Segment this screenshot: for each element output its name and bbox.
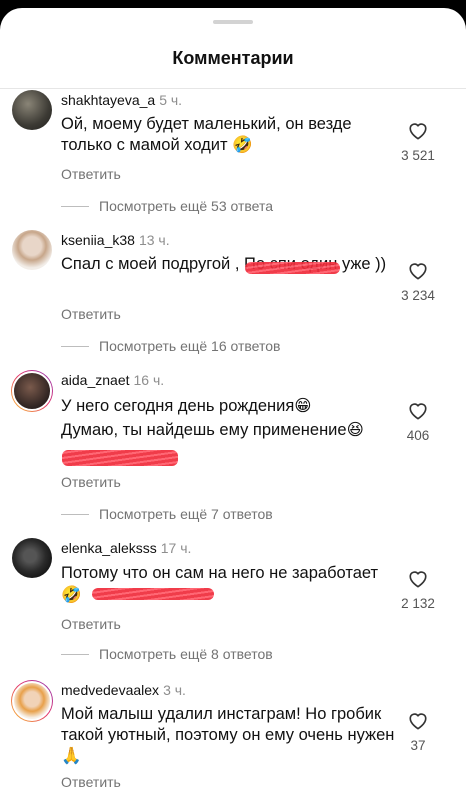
comment-text: Спал с моей подругой , По спи один уже )…	[61, 255, 387, 273]
heart-icon[interactable]	[407, 120, 429, 140]
view-replies-label: Посмотреть ещё 8 ответов	[99, 646, 273, 662]
comment-time: 13 ч.	[138, 232, 170, 248]
reply-button[interactable]: Ответить	[61, 306, 121, 322]
divider-line	[61, 513, 89, 515]
like-count: 2 132	[401, 596, 435, 611]
redaction-mark	[92, 588, 214, 600]
comment-time: 16 ч.	[133, 372, 165, 388]
comments-sheet: Комментарии shakhtayeva_a 5 ч. Ой, моему …	[0, 8, 466, 800]
comment-author[interactable]: elenka_aleksss 17 ч.	[61, 540, 191, 556]
like-count: 37	[410, 738, 426, 753]
reply-button[interactable]: Ответить	[61, 474, 121, 490]
divider-line	[61, 345, 89, 347]
avatar[interactable]	[11, 680, 53, 722]
avatar[interactable]	[12, 230, 52, 270]
view-replies-label: Посмотреть ещё 7 ответов	[99, 506, 273, 522]
like-button[interactable]: 37	[388, 710, 448, 753]
reply-button[interactable]: Ответить	[61, 166, 121, 182]
username[interactable]: kseniia_k38	[61, 232, 135, 248]
comments-header: Комментарии	[0, 8, 466, 89]
comment-author[interactable]: shakhtayeva_a 5 ч.	[61, 92, 182, 108]
like-count: 3 234	[401, 288, 435, 303]
comment-author[interactable]: medvedevaalex 3 ч.	[61, 682, 186, 698]
username[interactable]: elenka_aleksss	[61, 540, 157, 556]
heart-icon[interactable]	[407, 400, 429, 420]
drag-handle[interactable]	[213, 20, 253, 24]
avatar[interactable]	[11, 370, 53, 412]
divider-line	[61, 205, 89, 207]
reply-button[interactable]: Ответить	[61, 774, 121, 790]
comment-time: 17 ч.	[160, 540, 192, 556]
view-replies-label: Посмотреть ещё 16 ответов	[99, 338, 281, 354]
username[interactable]: medvedevaalex	[61, 682, 159, 698]
like-count: 3 521	[401, 148, 435, 163]
comment-text-line: Думаю, ты найдешь ему применение😆	[61, 421, 364, 439]
reply-button[interactable]: Ответить	[61, 616, 121, 632]
comment-author[interactable]: aida_znaet 16 ч.	[61, 372, 164, 388]
comment-text: У него сегодня день рождения😁 Думаю, ты …	[61, 394, 406, 442]
like-button[interactable]: 2 132	[388, 568, 448, 611]
like-count: 406	[406, 428, 430, 443]
like-button[interactable]: 3 234	[388, 260, 448, 303]
comment-author[interactable]: kseniia_k38 13 ч.	[61, 232, 170, 248]
comment-text: Ой, моему будет маленький, он везде толь…	[61, 115, 352, 154]
view-replies-button[interactable]: Посмотреть ещё 16 ответов	[61, 338, 280, 354]
view-replies-label: Посмотреть ещё 53 ответа	[99, 198, 274, 214]
view-replies-button[interactable]: Посмотреть ещё 53 ответа	[61, 198, 273, 214]
username[interactable]: shakhtayeva_a	[61, 92, 155, 108]
heart-icon[interactable]	[407, 568, 429, 588]
like-button[interactable]: 406	[388, 400, 448, 443]
view-replies-button[interactable]: Посмотреть ещё 7 ответов	[61, 506, 273, 522]
page-title: Комментарии	[172, 48, 294, 68]
like-button[interactable]: 3 521	[388, 120, 448, 163]
redaction-mark	[62, 450, 178, 466]
avatar[interactable]	[12, 538, 52, 578]
avatar[interactable]	[12, 90, 52, 130]
divider-line	[61, 653, 89, 655]
comment-text-line: Потому что он сам на него не заработает	[61, 564, 379, 582]
comment-time: 3 ч.	[163, 682, 186, 698]
comment-time: 5 ч.	[159, 92, 183, 108]
comment-text: Мой малыш удалил инстаграм! Но гробик та…	[61, 705, 395, 765]
redaction-mark	[245, 262, 340, 274]
username[interactable]: aida_znaet	[61, 372, 130, 388]
view-replies-button[interactable]: Посмотреть ещё 8 ответов	[61, 646, 273, 662]
comment-text-line: У него сегодня день рождения😁	[61, 397, 312, 415]
heart-icon[interactable]	[407, 260, 429, 280]
heart-icon[interactable]	[407, 710, 429, 730]
